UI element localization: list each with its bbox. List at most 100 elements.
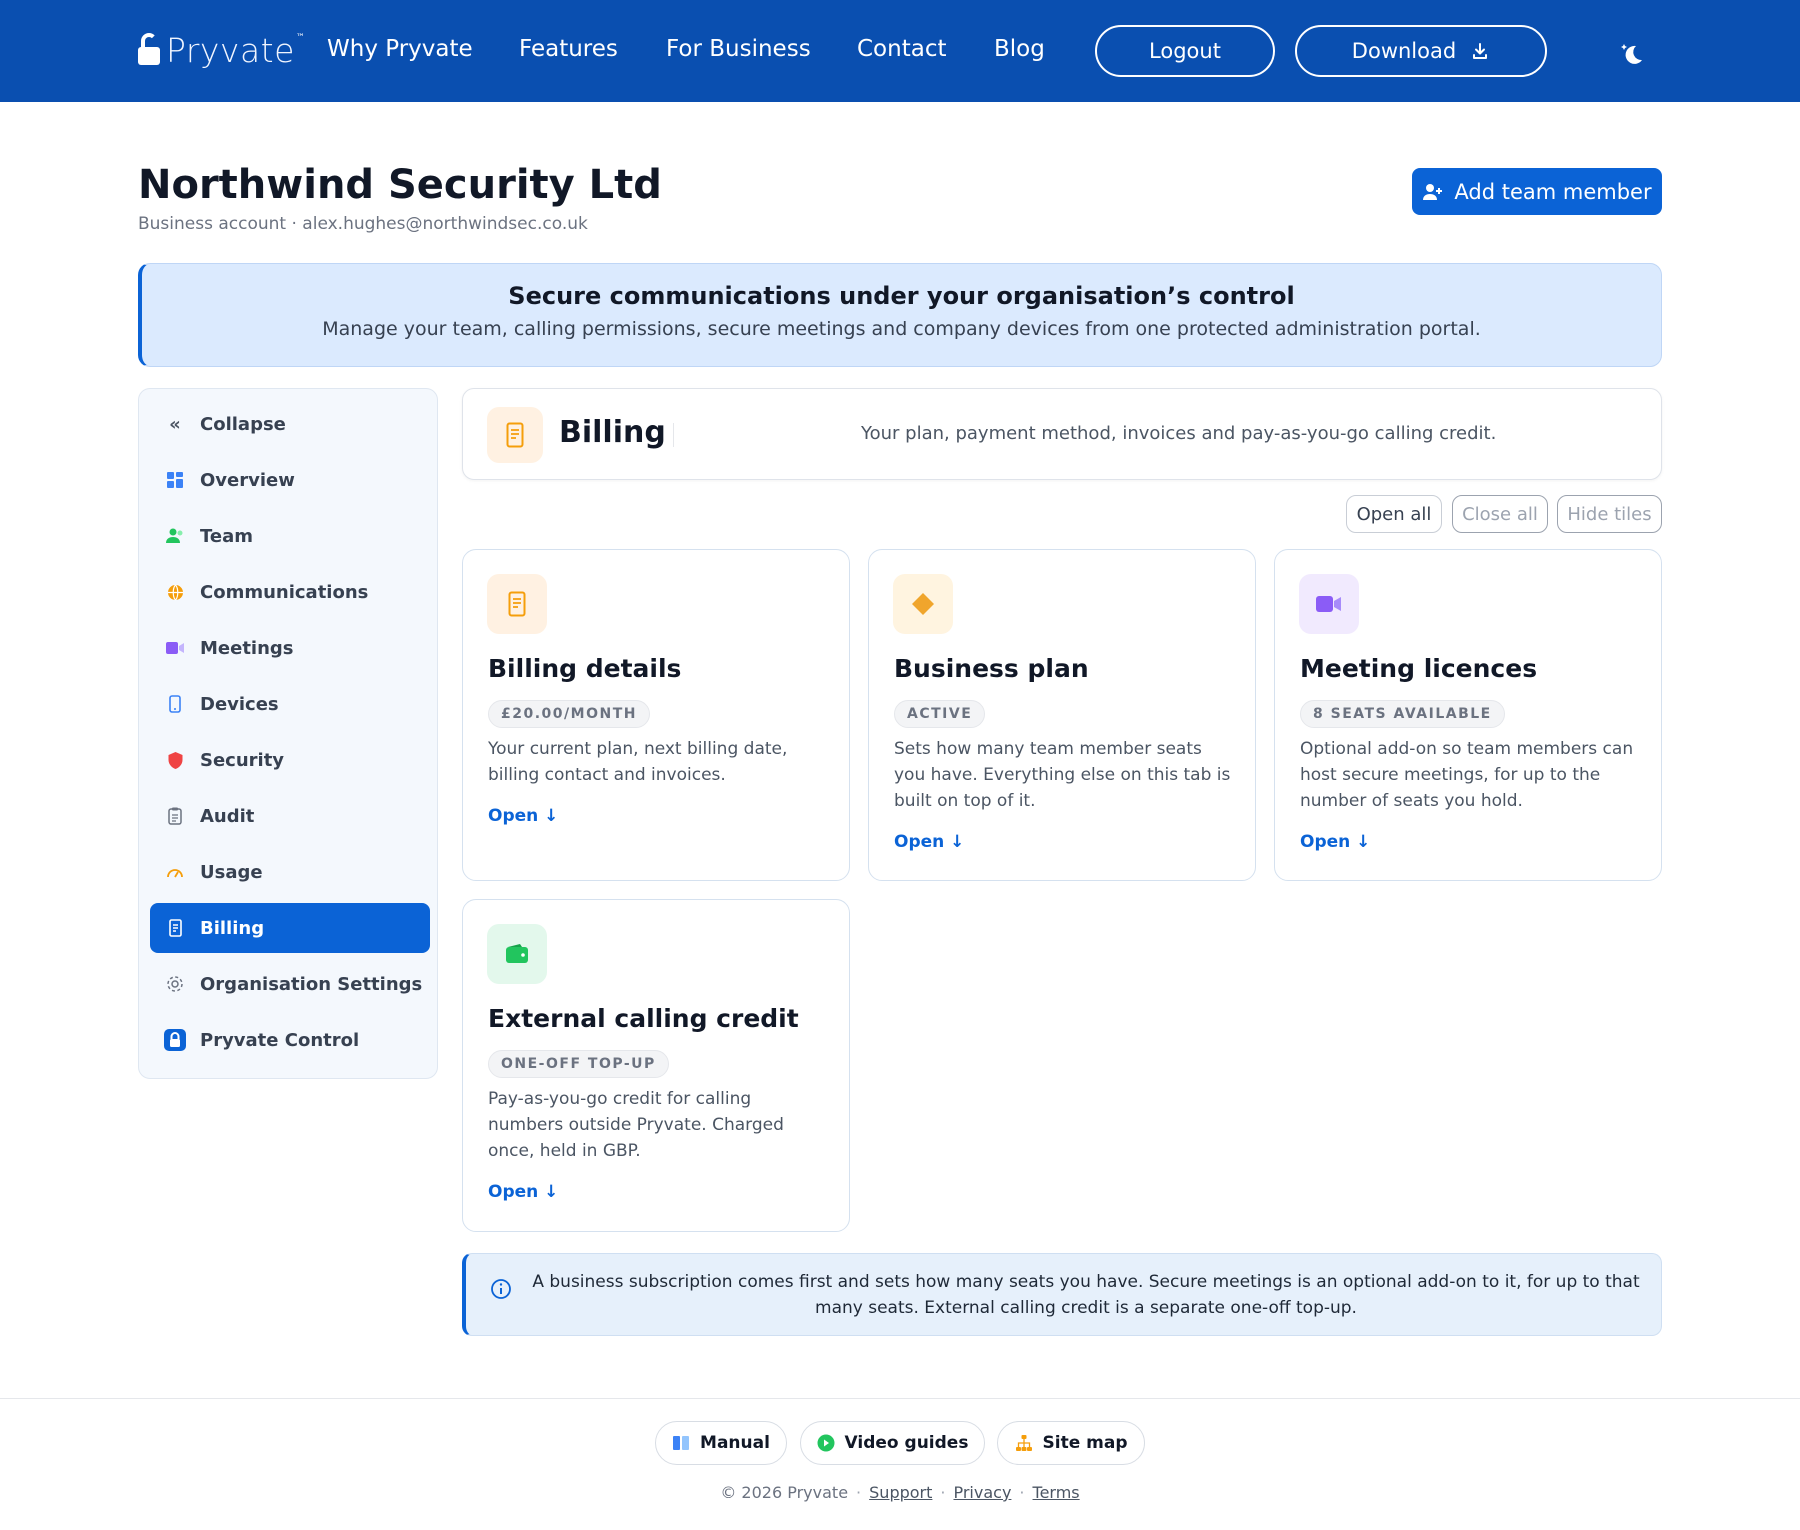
video-guides-label: Video guides	[844, 1433, 969, 1453]
tile-description: Optional add-on so team members can host…	[1300, 739, 1634, 811]
close-all-button[interactable]: Close all	[1452, 495, 1548, 533]
sidebar-item-label: Billing	[200, 917, 265, 939]
sidebar-item-label: Meetings	[200, 637, 294, 659]
banner-text: Manage your team, calling permissions, s…	[322, 318, 1481, 340]
moon-stars-icon[interactable]	[1616, 38, 1648, 70]
billing-section-header: Billing Your plan, payment method, invoi…	[462, 388, 1662, 480]
sidebar-item-label: Organisation Settings	[200, 973, 423, 995]
organisation-name: Northwind Security Ltd	[138, 162, 662, 208]
nav-for-business[interactable]: For Business	[666, 36, 811, 62]
logout-button[interactable]: Logout	[1095, 25, 1275, 77]
sitemap-icon	[1015, 1435, 1032, 1451]
manual-label: Manual	[700, 1433, 770, 1453]
pryvate-logo[interactable]: Pryvate ™	[138, 30, 305, 70]
video-icon	[164, 637, 186, 659]
gauge-icon	[164, 861, 186, 883]
wallet-icon	[487, 924, 547, 984]
sidebar-item-label: Team	[200, 525, 253, 547]
sidebar-item-label: Pryvate Control	[200, 1029, 360, 1051]
sidebar-item-label: Communications	[200, 581, 369, 603]
logo-trademark: ™	[295, 33, 305, 43]
hide-tiles-button[interactable]: Hide tiles	[1557, 495, 1662, 533]
sidebar-item-meetings[interactable]: Meetings	[150, 623, 430, 673]
sidebar-item-label: Usage	[200, 861, 263, 883]
sidebar-item-team[interactable]: Team	[150, 511, 430, 561]
sidebar-item-overview[interactable]: Overview	[150, 455, 430, 505]
tile-open-link[interactable]: Open ↓	[488, 806, 558, 826]
download-label: Download	[1351, 39, 1457, 63]
tile-badge: ONE-OFF TOP-UP	[488, 1050, 669, 1078]
logout-label: Logout	[1149, 39, 1221, 63]
tile-open-link[interactable]: Open ↓	[488, 1182, 558, 1202]
info-banner: Secure communications under your organis…	[138, 263, 1662, 367]
info-icon	[491, 1279, 511, 1299]
tile-description: Sets how many team member seats you have…	[894, 739, 1231, 811]
lock-icon	[164, 1029, 186, 1051]
sidebar-collapse-label: Collapse	[200, 413, 286, 435]
sidebar: « Collapse Overview Team Communications …	[138, 388, 438, 1079]
tile-open-link[interactable]: Open ↓	[1300, 832, 1370, 852]
info-note-text: A business subscription comes first and …	[532, 1272, 1640, 1318]
tile-badge: £20.00/MONTH	[488, 700, 650, 728]
sidebar-item-security[interactable]: Security	[150, 735, 430, 785]
sidebar-item-audit[interactable]: Audit	[150, 791, 430, 841]
tile-title: Meeting licences	[1300, 654, 1538, 683]
globe-icon	[164, 581, 186, 603]
tile-open-link[interactable]: Open ↓	[894, 832, 964, 852]
sidebar-item-devices[interactable]: Devices	[150, 679, 430, 729]
tile-description: Your current plan, next billing date, bi…	[488, 739, 788, 785]
privacy-link[interactable]: Privacy	[953, 1483, 1011, 1502]
add-user-icon	[1423, 183, 1443, 200]
tile-business-plan[interactable]: Business plan ACTIVE Sets how many team …	[868, 549, 1256, 881]
gear-icon	[164, 973, 186, 995]
sidebar-item-label: Security	[200, 749, 285, 771]
phone-icon	[164, 693, 186, 715]
copyright-text: © 2026 Pryvate	[720, 1483, 849, 1502]
section-title: Billing	[559, 415, 666, 450]
nav-why-pryvate[interactable]: Why Pryvate	[327, 36, 473, 62]
nav-contact[interactable]: Contact	[857, 36, 946, 62]
footer-copyright: © 2026 Pryvate · Support · Privacy · Terms	[720, 1483, 1080, 1502]
video-icon	[1299, 574, 1359, 634]
logo-lock-icon	[138, 33, 162, 67]
play-icon	[817, 1434, 835, 1452]
tile-billing-details[interactable]: Billing details £20.00/MONTH Your curren…	[462, 549, 850, 881]
footer-divider	[0, 1398, 1800, 1399]
users-icon	[164, 525, 186, 547]
receipt-icon	[487, 407, 543, 463]
tile-title: Billing details	[488, 654, 682, 683]
manual-link[interactable]: Manual	[655, 1421, 787, 1465]
download-button[interactable]: Download	[1295, 25, 1547, 77]
grid-icon	[164, 469, 186, 491]
video-guides-link[interactable]: Video guides	[800, 1421, 985, 1465]
nav-features[interactable]: Features	[519, 36, 618, 62]
sidebar-item-pryvate-control[interactable]: Pryvate Control	[150, 1015, 430, 1065]
open-all-button[interactable]: Open all	[1346, 495, 1442, 533]
shield-icon	[164, 749, 186, 771]
sidebar-item-communications[interactable]: Communications	[150, 567, 430, 617]
sidebar-item-billing[interactable]: Billing	[150, 903, 430, 953]
tile-title: Business plan	[894, 654, 1089, 683]
support-link[interactable]: Support	[869, 1483, 932, 1502]
site-map-link[interactable]: Site map	[997, 1421, 1145, 1465]
chevrons-left-icon: «	[169, 413, 181, 435]
nav-blog[interactable]: Blog	[994, 36, 1045, 62]
sidebar-item-organisation-settings[interactable]: Organisation Settings	[150, 959, 430, 1009]
clipboard-icon	[164, 805, 186, 827]
banner-title: Secure communications under your organis…	[508, 282, 1295, 310]
sidebar-item-label: Audit	[200, 805, 255, 827]
add-team-member-label: Add team member	[1454, 179, 1652, 204]
tile-badge: 8 SEATS AVAILABLE	[1300, 700, 1505, 728]
site-map-label: Site map	[1042, 1433, 1128, 1453]
sidebar-item-usage[interactable]: Usage	[150, 847, 430, 897]
add-team-member-button[interactable]: Add team member	[1412, 168, 1662, 215]
sidebar-item-label: Devices	[200, 693, 279, 715]
logo-text: Pryvate	[166, 30, 295, 70]
terms-link[interactable]: Terms	[1033, 1483, 1080, 1502]
sidebar-collapse[interactable]: « Collapse	[150, 399, 430, 449]
tile-meeting-licences[interactable]: Meeting licences 8 SEATS AVAILABLE Optio…	[1274, 549, 1662, 881]
tile-external-calling-credit[interactable]: External calling credit ONE-OFF TOP-UP P…	[462, 899, 850, 1232]
receipt-icon	[164, 917, 186, 939]
sidebar-item-label: Overview	[200, 469, 295, 491]
download-icon	[1473, 43, 1488, 59]
